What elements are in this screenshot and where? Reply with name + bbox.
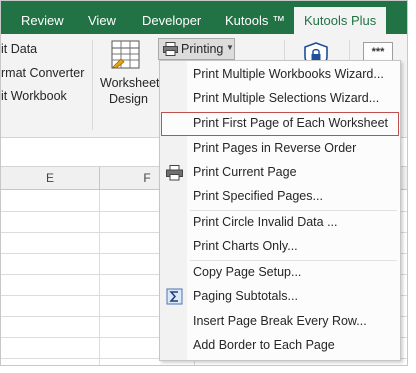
sigma-icon: [166, 288, 183, 305]
menu-item-copy-page-setup[interactable]: Copy Page Setup...: [161, 261, 399, 285]
menu-item-label: Copy Page Setup...: [193, 265, 302, 279]
ribbon-item-format-converter[interactable]: rmat Converter: [1, 66, 84, 80]
grid-line: [99, 190, 100, 365]
worksheet-design-icon[interactable]: [111, 40, 141, 70]
printing-dropdown-button[interactable]: Printing ▼: [158, 38, 235, 60]
ribbon-item-data[interactable]: it Data: [1, 42, 37, 56]
menu-item-print-multiple-selections[interactable]: Print Multiple Selections Wizard...: [161, 87, 399, 111]
column-header-e[interactable]: E: [1, 167, 100, 189]
excel-window: Review View Developer Kutools ™ Kutools …: [0, 0, 408, 366]
menu-item-label: Print Specified Pages...: [193, 189, 323, 203]
menu-item-print-current-page[interactable]: Print Current Page: [161, 161, 399, 185]
menu-item-insert-page-break[interactable]: Insert Page Break Every Row...: [161, 310, 399, 334]
menu-item-print-charts-only[interactable]: Print Charts Only...: [161, 235, 399, 259]
ribbon-item-workbook[interactable]: it Workbook: [1, 89, 67, 103]
menu-item-label: Print Multiple Selections Wizard...: [193, 91, 380, 105]
menu-item-label: Print Current Page: [193, 165, 297, 179]
printer-icon: [163, 42, 178, 56]
printing-dropdown-menu: Print Multiple Workbooks Wizard... Print…: [159, 60, 401, 361]
menu-item-print-multiple-workbooks[interactable]: Print Multiple Workbooks Wizard...: [161, 63, 399, 87]
printing-label: Printing: [181, 42, 224, 56]
menu-item-label: Print Pages in Reverse Order: [193, 141, 357, 155]
menu-item-add-border[interactable]: Add Border to Each Page: [161, 334, 399, 358]
tab-developer[interactable]: Developer: [142, 1, 201, 34]
worksheet-design-label-2: Design: [109, 92, 148, 106]
tab-kutools-plus[interactable]: Kutools Plus: [294, 7, 387, 34]
menu-item-print-first-page[interactable]: Print First Page of Each Worksheet: [161, 112, 399, 136]
menu-item-label: Print Circle Invalid Data ...: [193, 215, 338, 229]
menu-item-paging-subtotals[interactable]: Paging Subtotals...: [161, 285, 399, 309]
chevron-down-icon: ▼: [226, 43, 234, 52]
menu-item-label: Insert Page Break Every Row...: [193, 314, 367, 328]
tab-review[interactable]: Review: [21, 1, 64, 34]
menu-item-print-circle-invalid[interactable]: Print Circle Invalid Data ...: [161, 211, 399, 235]
menu-item-print-reverse-order[interactable]: Print Pages in Reverse Order: [161, 137, 399, 161]
menu-item-label: Print Multiple Workbooks Wizard...: [193, 67, 384, 81]
worksheet-design-label-1: Worksheet: [100, 76, 160, 90]
menu-item-label: Add Border to Each Page: [193, 338, 335, 352]
menu-item-print-specified-pages[interactable]: Print Specified Pages...: [161, 185, 399, 209]
ribbon-tab-strip: Review View Developer Kutools ™ Kutools …: [1, 1, 407, 34]
tab-kutools[interactable]: Kutools ™: [225, 1, 285, 34]
printer-icon: [166, 165, 183, 181]
menu-item-label: Paging Subtotals...: [193, 289, 298, 303]
menu-item-label: Print Charts Only...: [193, 239, 298, 253]
ribbon-divider: [92, 40, 93, 130]
tab-view[interactable]: View: [88, 1, 116, 34]
menu-item-label: Print First Page of Each Worksheet: [193, 116, 388, 130]
